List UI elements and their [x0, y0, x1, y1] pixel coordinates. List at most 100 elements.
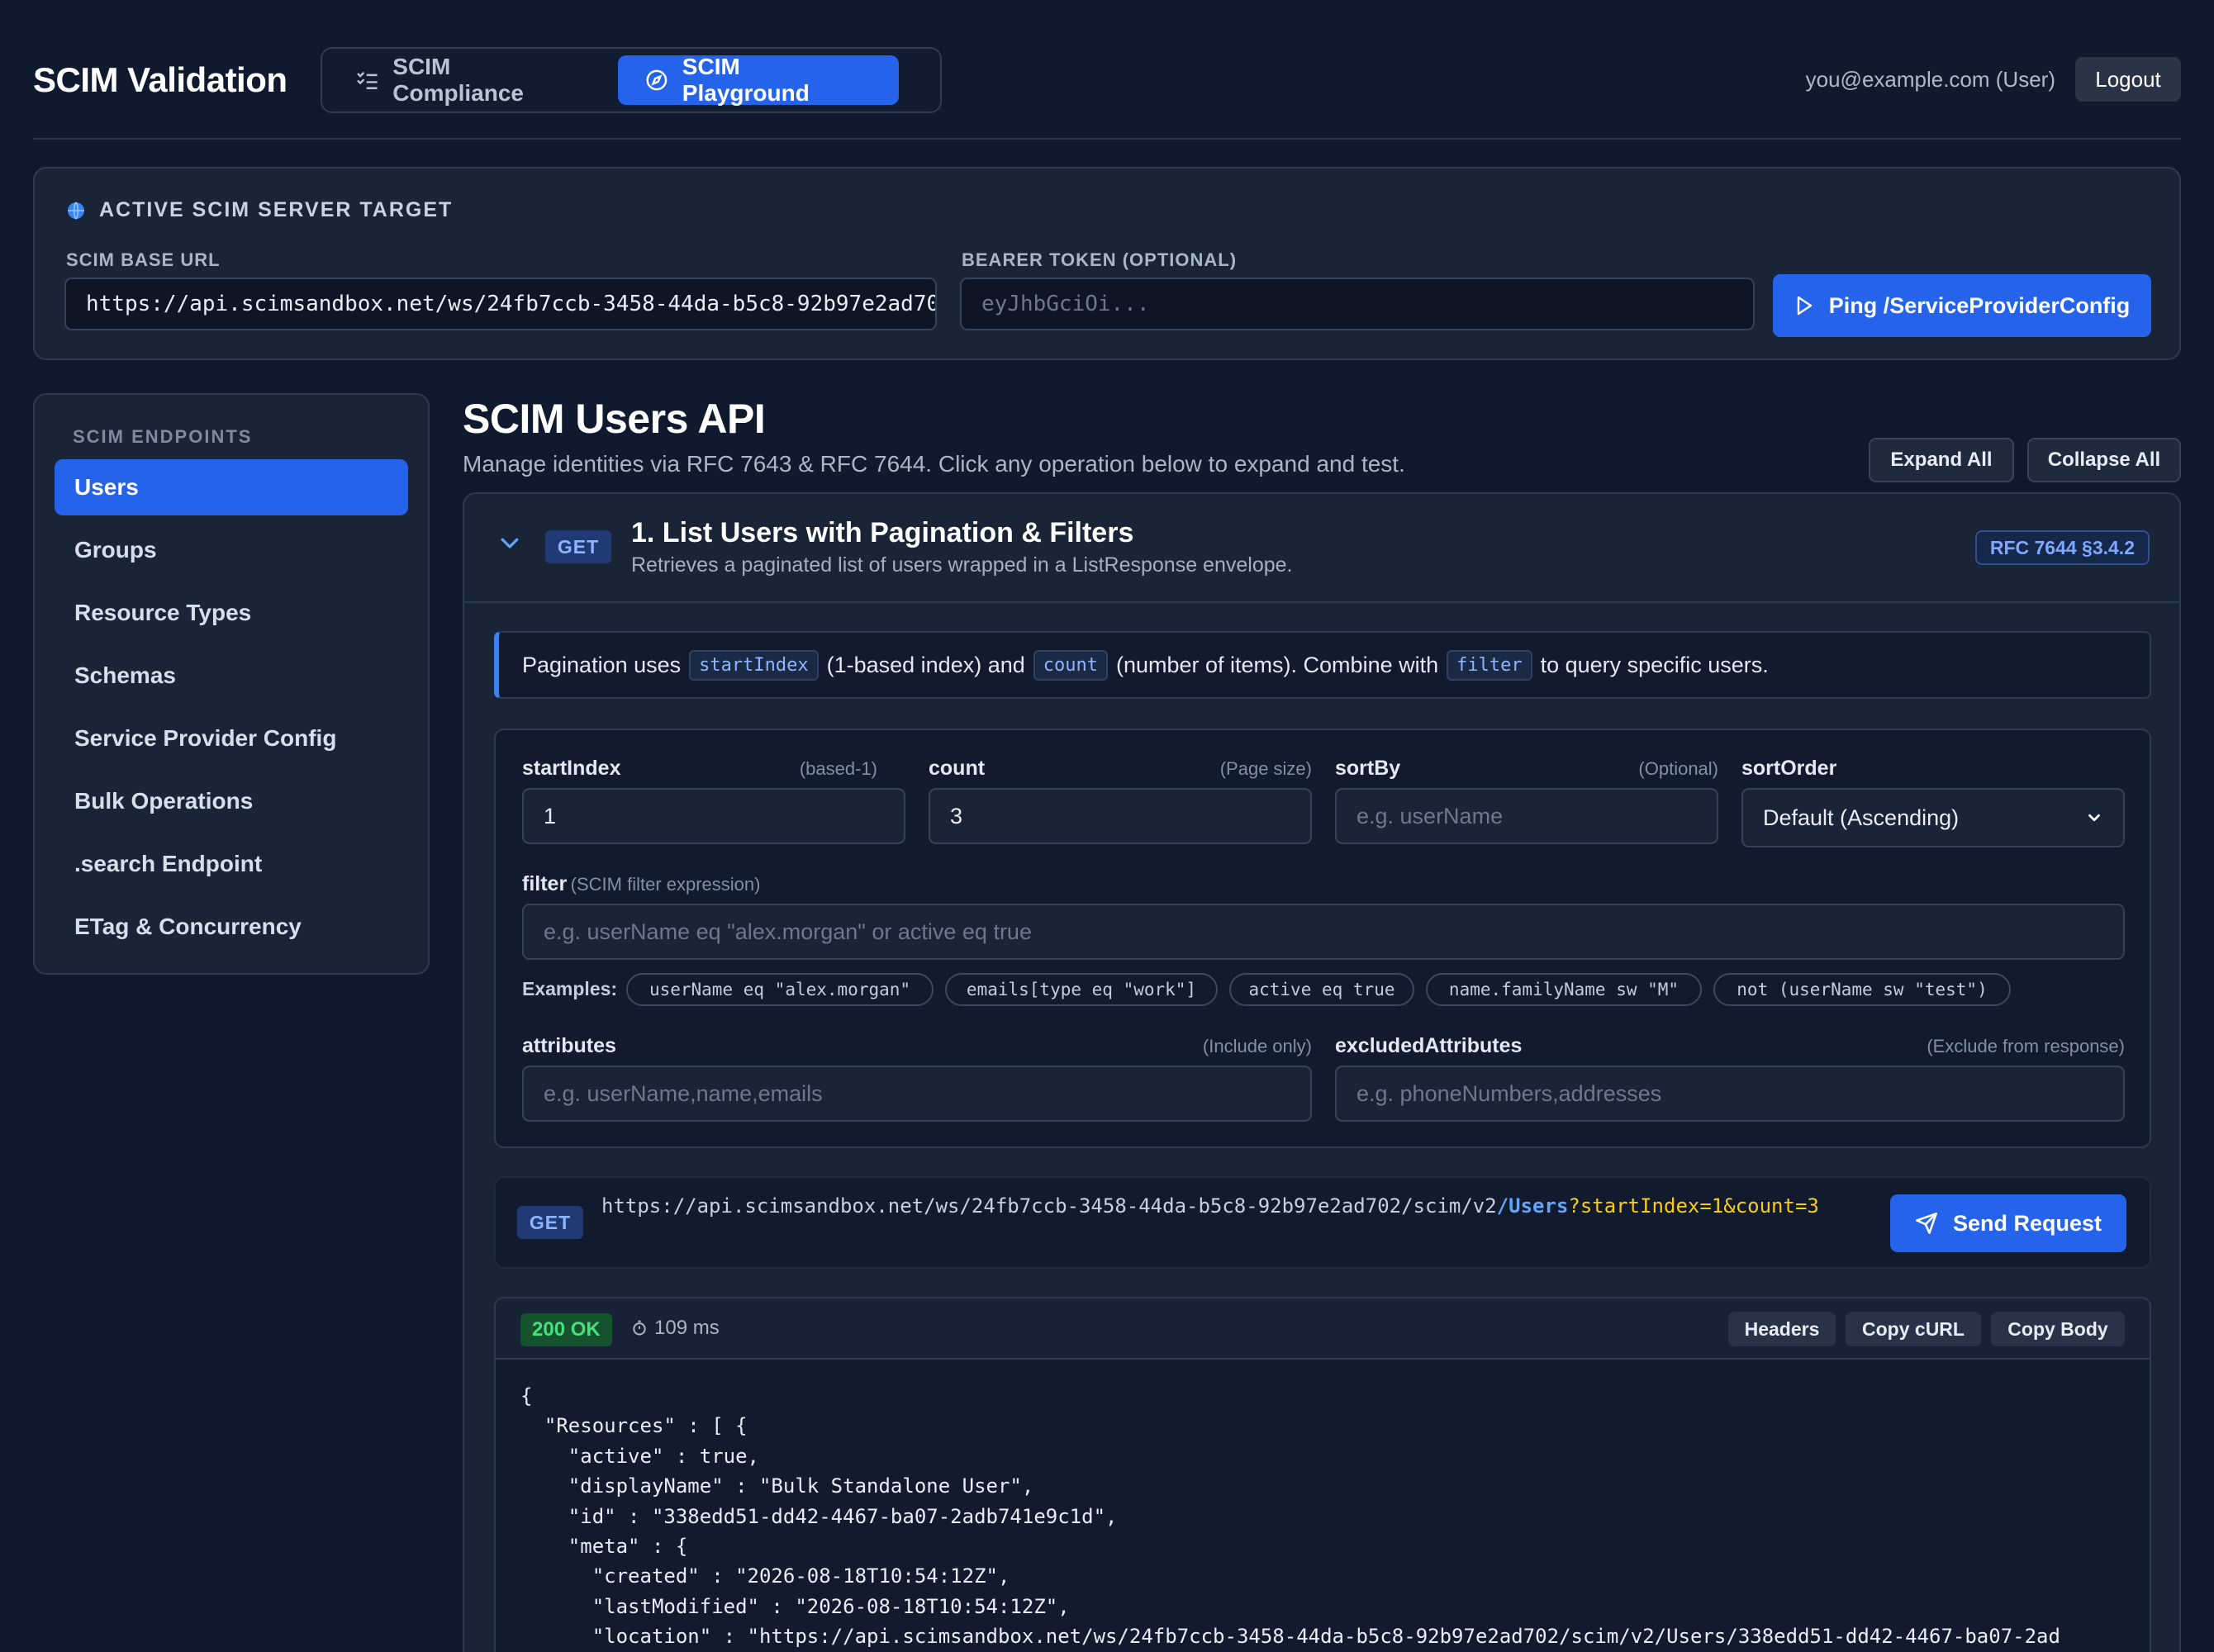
bearer-token-label: BEARER TOKEN (OPTIONAL)	[962, 249, 1238, 270]
filter-label: filter	[522, 872, 568, 895]
code-filter: filter	[1447, 649, 1532, 681]
response-timing-value: 109 ms	[654, 1317, 720, 1339]
status-badge: 200 OK	[520, 1313, 612, 1346]
start-index-value: 1	[544, 803, 557, 828]
info-text: (1-based index) and	[826, 652, 1025, 677]
bearer-token-placeholder: eyJhbGciOi...	[981, 292, 1150, 316]
mode-tabs: SCIM Compliance SCIM Playground	[321, 47, 942, 113]
server-target-title: ACTIVE SCIM SERVER TARGET	[66, 198, 453, 222]
sidebar-item-label: Service Provider Config	[74, 725, 337, 751]
info-text: (number of items). Combine with	[1115, 652, 1439, 677]
operation-title: 1. List Users with Pagination & Filters	[631, 517, 1134, 548]
sidebar-item-bulk-operations[interactable]: Bulk Operations	[55, 773, 408, 829]
send-request-button[interactable]: Send Request	[1890, 1194, 2126, 1252]
chevron-down-icon[interactable]	[497, 530, 522, 555]
filter-example-chip[interactable]: name.familyName sw "M"	[1426, 973, 1702, 1006]
timer-icon	[633, 1320, 646, 1336]
operation-header[interactable]: GET 1. List Users with Pagination & Filt…	[464, 494, 2179, 603]
server-target-card: ACTIVE SCIM SERVER TARGET SCIM BASE URL …	[33, 167, 2181, 360]
rfc-badge: RFC 7644 §3.4.2	[1974, 530, 2150, 565]
copy-body-button[interactable]: Copy Body	[1991, 1312, 2125, 1346]
filter-example-chip[interactable]: userName eq "alex.morgan"	[626, 973, 934, 1006]
sidebar-item-etag-concurrency[interactable]: ETag & Concurrency	[55, 899, 408, 955]
sort-order-label: sortOrder	[1741, 757, 1837, 780]
sidebar-item-schemas[interactable]: Schemas	[55, 648, 408, 704]
attributes-hint: (Include only)	[1202, 1036, 1312, 1056]
attributes-placeholder: e.g. userName,name,emails	[544, 1080, 823, 1106]
method-badge: GET	[545, 530, 611, 563]
sidebar-item-label: Resource Types	[74, 600, 252, 625]
sidebar-item-label: Schemas	[74, 662, 176, 688]
base-url-value: https://api.scimsandbox.net/ws/24fb7ccb-…	[86, 292, 935, 316]
top-bar: SCIM Validation SCIM Compliance SCIM Pla…	[33, 45, 2181, 113]
excluded-attributes-input[interactable]: e.g. phoneNumbers,addresses	[1335, 1066, 2125, 1122]
start-index-input[interactable]: 1	[522, 788, 905, 844]
checklist-icon	[357, 72, 378, 89]
sidebar-item-groups[interactable]: Groups	[55, 522, 408, 578]
filter-example-chip[interactable]: not (userName sw "test")	[1713, 973, 2011, 1006]
excluded-attributes-placeholder: e.g. phoneNumbers,addresses	[1356, 1080, 1662, 1106]
compass-icon	[646, 69, 668, 91]
sidebar-item-label: Users	[74, 474, 139, 500]
code-start-index: startIndex	[689, 649, 819, 681]
filter-hint: (SCIM filter expression)	[570, 874, 761, 895]
filter-example-chip[interactable]: emails[type eq "work"]	[945, 973, 1218, 1006]
info-text: to query specific users.	[1540, 652, 1769, 677]
page-title: SCIM Users API	[463, 396, 766, 442]
excluded-attributes-hint: (Exclude from response)	[1927, 1036, 2125, 1056]
user-email: you@example.com (User)	[1805, 67, 2055, 92]
count-label: count	[929, 757, 986, 780]
request-preview-bar: GET https://api.scimsandbox.net/ws/24fb7…	[494, 1176, 2151, 1269]
sort-by-input[interactable]: e.g. userName	[1335, 788, 1718, 844]
code-count: count	[1033, 649, 1108, 681]
request-url-query: ?startIndex=1&count=3	[1568, 1194, 1819, 1218]
pagination-info-callout: Pagination uses startIndex (1-based inde…	[494, 631, 2151, 699]
headers-button[interactable]: Headers	[1728, 1312, 1836, 1346]
attributes-input[interactable]: e.g. userName,name,emails	[522, 1066, 1312, 1122]
count-input[interactable]: 3	[929, 788, 1312, 844]
sort-by-placeholder: e.g. userName	[1356, 803, 1504, 828]
filter-label-group: filter (SCIM filter expression)	[522, 872, 760, 896]
sidebar-item-label: ETag & Concurrency	[74, 914, 302, 939]
chevron-down-icon	[2088, 814, 2100, 822]
collapse-all-button[interactable]: Collapse All	[2027, 438, 2181, 482]
info-text: Pagination uses	[522, 652, 682, 677]
sidebar-item-label: Groups	[74, 537, 157, 563]
operation-description: Retrieves a paginated list of users wrap…	[631, 553, 1293, 577]
count-value: 3	[950, 803, 963, 828]
globe-icon	[68, 201, 84, 220]
attributes-label: attributes	[522, 1034, 616, 1057]
base-url-input[interactable]: https://api.scimsandbox.net/ws/24fb7ccb-…	[64, 278, 937, 330]
count-hint: (Page size)	[1219, 758, 1312, 779]
page-subtitle: Manage identities via RFC 7643 & RFC 764…	[463, 451, 1405, 477]
filter-input[interactable]: e.g. userName eq "alex.morgan" or active…	[522, 904, 2125, 960]
endpoints-sidebar: SCIM ENDPOINTS Users Groups Resource Typ…	[33, 393, 430, 975]
tab-scim-compliance[interactable]: SCIM Compliance	[329, 54, 610, 106]
filter-example-chip[interactable]: active eq true	[1229, 973, 1414, 1006]
tab-scim-playground[interactable]: SCIM Playground	[618, 54, 899, 106]
sidebar-heading: SCIM ENDPOINTS	[73, 426, 253, 447]
sort-by-label: sortBy	[1335, 757, 1401, 780]
response-header: 200 OK 109 ms Headers Copy cURL Copy Bod…	[496, 1298, 2150, 1360]
request-url-base: https://api.scimsandbox.net/ws/24fb7ccb-…	[601, 1194, 1497, 1218]
bearer-token-input[interactable]: eyJhbGciOi...	[960, 278, 1755, 330]
tab-label: SCIM Compliance	[392, 54, 524, 106]
sidebar-item-search-endpoint[interactable]: .search Endpoint	[55, 836, 408, 892]
sidebar-item-resource-types[interactable]: Resource Types	[55, 585, 408, 641]
parameters-panel: startIndex (1-based) 1 count (Page size)…	[494, 729, 2151, 1148]
start-index-hint: (1-based)	[799, 758, 877, 779]
sidebar-item-service-provider-config[interactable]: Service Provider Config	[55, 710, 408, 767]
response-panel: 200 OK 109 ms Headers Copy cURL Copy Bod…	[494, 1297, 2151, 1652]
app-title: SCIM Validation	[33, 60, 287, 99]
sort-order-select[interactable]: Default (Ascending)	[1741, 788, 2125, 847]
copy-curl-button[interactable]: Copy cURL	[1846, 1312, 1981, 1346]
request-method-badge: GET	[517, 1206, 583, 1239]
expand-all-button[interactable]: Expand All	[1869, 438, 2014, 482]
sort-by-hint: (Optional)	[1638, 758, 1718, 779]
operation-card: GET 1. List Users with Pagination & Filt…	[463, 492, 2181, 1652]
sidebar-item-users[interactable]: Users	[55, 459, 408, 515]
request-url: https://api.scimsandbox.net/ws/24fb7ccb-…	[601, 1191, 1865, 1221]
logout-button[interactable]: Logout	[2075, 57, 2181, 102]
tab-label: SCIM Playground	[682, 54, 810, 106]
ping-service-provider-config-button[interactable]: Ping /ServiceProviderConfig	[1773, 274, 2151, 337]
